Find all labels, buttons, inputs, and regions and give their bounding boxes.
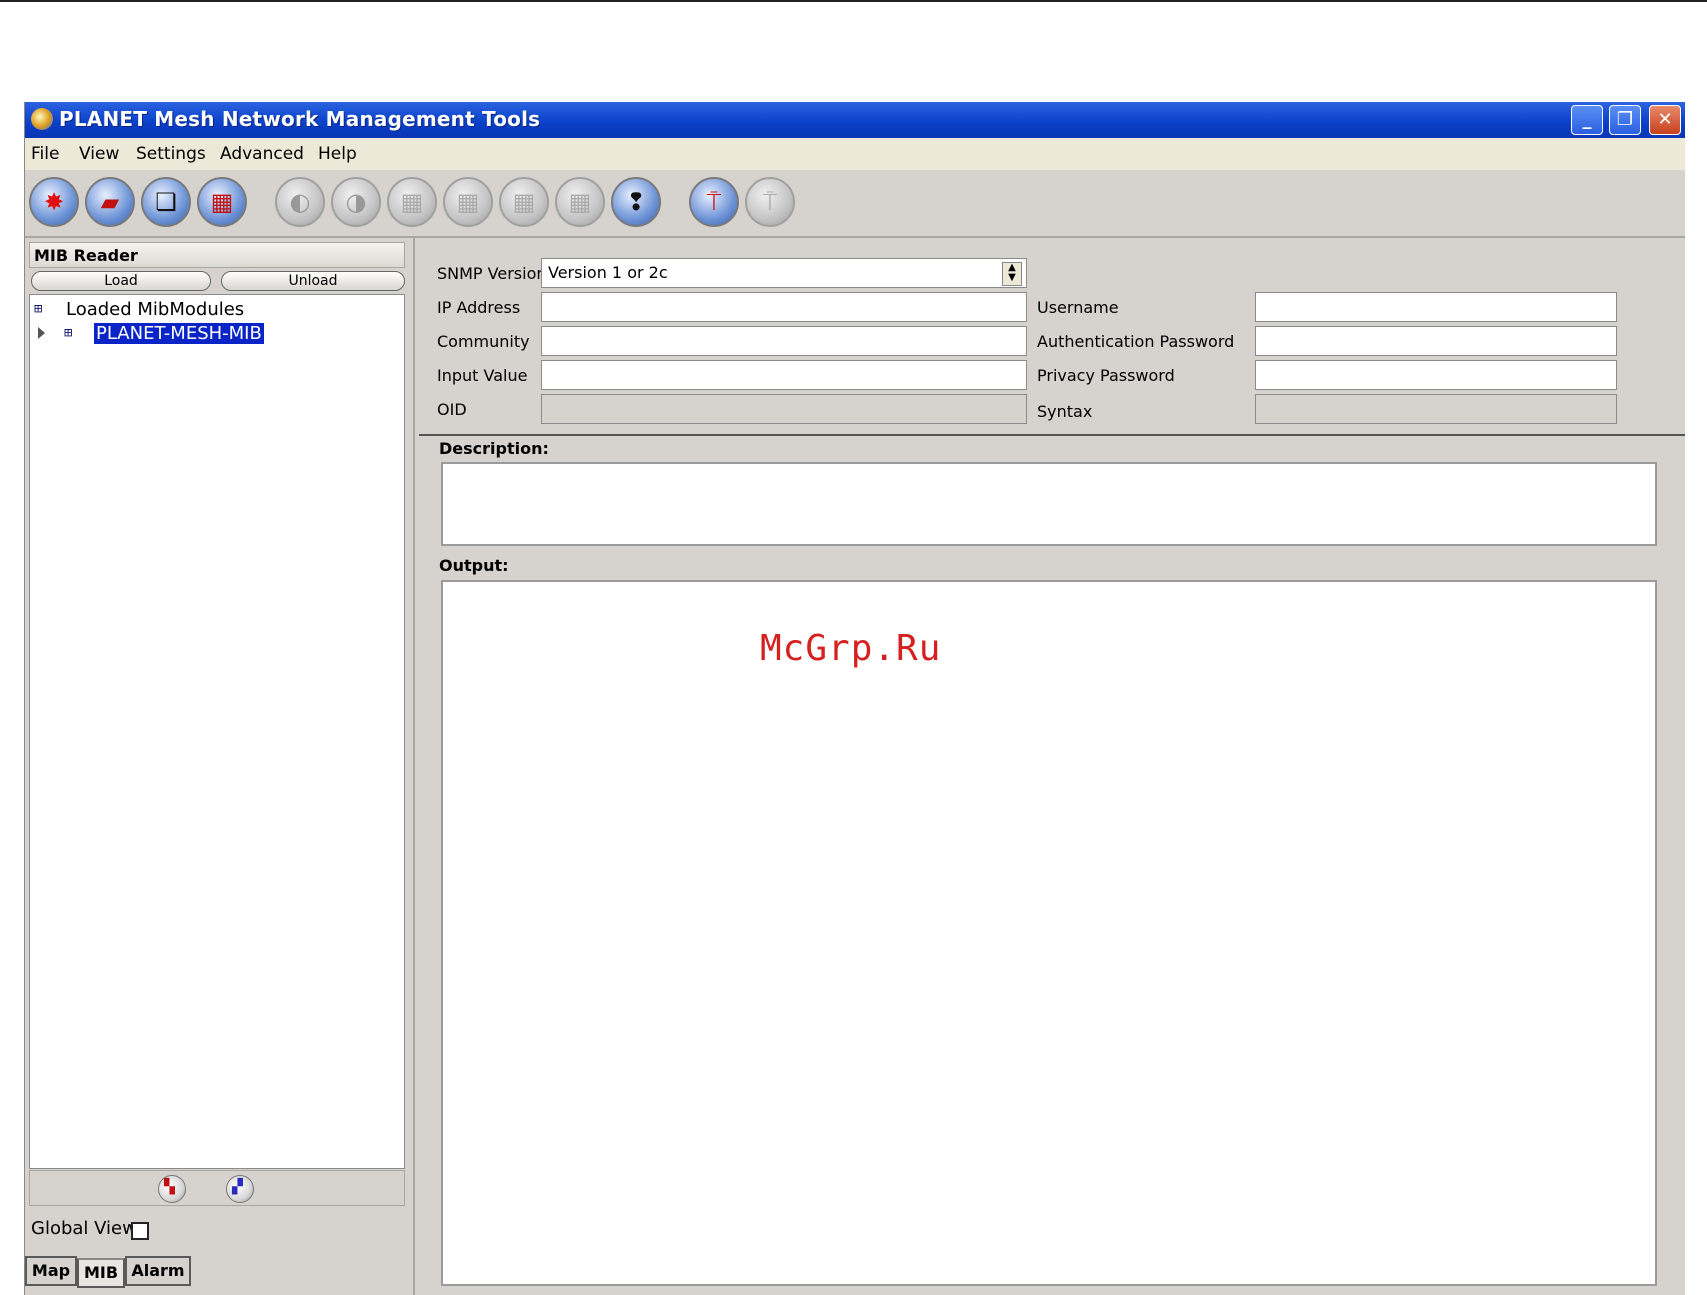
tab-alarm[interactable]: Alarm <box>125 1256 191 1286</box>
ip-address-field[interactable] <box>541 292 1027 322</box>
minimize-button[interactable]: _ <box>1571 105 1603 135</box>
mib-reader-title: MIB Reader <box>29 242 405 268</box>
community-field[interactable] <box>541 326 1027 356</box>
disabled-grid-button-1[interactable]: ▦ <box>387 177 437 227</box>
ip-address-label: IP Address <box>437 298 521 317</box>
footprints-icon: ❢ <box>625 188 647 216</box>
menu-advanced[interactable]: Advanced <box>220 144 304 164</box>
form-separator <box>419 434 1685 436</box>
disabled-grid-button-2[interactable]: ▦ <box>443 177 493 227</box>
input-value-field[interactable] <box>541 360 1027 390</box>
alarm-burst-icon: ✸ <box>43 188 65 216</box>
menu-help[interactable]: Help <box>318 144 357 164</box>
privacy-password-label: Privacy Password <box>1037 366 1175 385</box>
disabled-grid-button-4[interactable]: ▦ <box>555 177 605 227</box>
wireless-antenna-button[interactable]: ⍑ <box>689 177 739 227</box>
username-label: Username <box>1037 298 1119 317</box>
grid-icon: ▦ <box>400 188 424 216</box>
watermark-text: McGrp.Ru <box>760 628 942 669</box>
input-value-label: Input Value <box>437 366 528 385</box>
toolbar: ✸ ▰ ❏ ▦ ◐ ◑ ▦ ▦ ▦ ▦ ❢ ⍑ ⍑ <box>25 170 1685 238</box>
close-button[interactable]: ✕ <box>1649 105 1681 135</box>
output-title: Output: <box>439 556 509 575</box>
wireless-antenna-icon: ⍑ <box>706 188 722 216</box>
node-link-icon: ▚ <box>164 1179 175 1195</box>
disabled-wireless-antenna-button[interactable]: ⍑ <box>745 177 795 227</box>
tree-item-planet-mesh-mib[interactable]: PLANET-MESH-MIB <box>94 323 264 344</box>
disabled-swirl-button-1[interactable]: ◐ <box>275 177 325 227</box>
restore-button[interactable]: ❐ <box>1609 105 1641 135</box>
snmp-form-panel: SNMP Version Version 1 or 2c ▲ ▼ IP Addre… <box>419 238 1685 1295</box>
wireless-antenna-icon: ⍑ <box>762 188 778 216</box>
syntax-field <box>1255 394 1617 424</box>
alarm-burst-button[interactable]: ✸ <box>29 177 79 227</box>
snmp-version-value: Version 1 or 2c <box>548 263 668 282</box>
unload-button[interactable]: Unload <box>221 271 405 291</box>
auth-password-label: Authentication Password <box>1037 332 1235 351</box>
disabled-grid-button-3[interactable]: ▦ <box>499 177 549 227</box>
mib-tree[interactable]: ⊞ Loaded MibModules ⊞ PLANET-MESH-MIB <box>29 294 405 1169</box>
menu-view[interactable]: View <box>79 144 119 164</box>
grid-icon: ▦ <box>456 188 480 216</box>
menu-settings[interactable]: Settings <box>136 144 206 164</box>
community-label: Community <box>437 332 530 351</box>
output-area[interactable] <box>441 580 1657 1286</box>
tree-actions-strip: ▚ ▞ <box>29 1170 405 1206</box>
app-window: PLANET Mesh Network Management Tools _ ❐… <box>24 102 1685 1295</box>
title-bar[interactable]: PLANET Mesh Network Management Tools _ ❐… <box>25 102 1685 138</box>
tab-map[interactable]: Map <box>25 1256 77 1286</box>
grid-icon: ▦ <box>568 188 592 216</box>
open-folder-button[interactable]: ▰ <box>85 177 135 227</box>
oid-field <box>541 394 1027 424</box>
global-view-label: Global View <box>31 1218 137 1239</box>
swirl-icon: ◑ <box>345 188 367 216</box>
app-logo-icon <box>31 108 53 130</box>
tab-mib[interactable]: MIB <box>77 1258 125 1288</box>
tree-folder-icon: ⊞ <box>34 301 43 317</box>
footprints-button[interactable]: ❢ <box>611 177 661 227</box>
open-folder-icon: ▰ <box>100 188 120 216</box>
grid-squares-button[interactable]: ▦ <box>197 177 247 227</box>
global-view-checkbox[interactable] <box>131 1222 149 1240</box>
description-area[interactable] <box>441 462 1657 546</box>
username-field[interactable] <box>1255 292 1617 322</box>
load-button[interactable]: Load <box>31 271 211 291</box>
swirl-icon: ◐ <box>289 188 311 216</box>
privacy-password-field[interactable] <box>1255 360 1617 390</box>
page-top-rule <box>0 0 1707 2</box>
tree-expand-arrow-icon[interactable] <box>38 327 45 339</box>
select-spinner-icon[interactable]: ▲ ▼ <box>1002 262 1022 286</box>
tree-root-label[interactable]: Loaded MibModules <box>66 299 244 320</box>
snmp-version-label: SNMP Version <box>437 264 547 283</box>
tree-action-button-2[interactable]: ▞ <box>226 1175 254 1203</box>
windows-stack-button[interactable]: ❏ <box>141 177 191 227</box>
mib-reader-panel: MIB Reader Load Unload ⊞ Loaded MibModul… <box>25 238 413 1295</box>
windows-stack-icon: ❏ <box>155 188 177 216</box>
menu-bar: File View Settings Advanced Help <box>25 138 1685 171</box>
syntax-label: Syntax <box>1037 402 1093 421</box>
description-title: Description: <box>439 439 549 458</box>
node-link-icon: ▞ <box>232 1179 243 1195</box>
menu-file[interactable]: File <box>31 144 59 164</box>
grid-icon: ▦ <box>512 188 536 216</box>
disabled-swirl-button-2[interactable]: ◑ <box>331 177 381 227</box>
grid-squares-icon: ▦ <box>210 188 234 216</box>
snmp-version-select[interactable]: Version 1 or 2c ▲ ▼ <box>541 258 1027 288</box>
oid-label: OID <box>437 400 467 419</box>
window-title: PLANET Mesh Network Management Tools <box>59 107 541 131</box>
tree-module-icon: ⊞ <box>64 325 73 341</box>
auth-password-field[interactable] <box>1255 326 1617 356</box>
tree-action-button-1[interactable]: ▚ <box>158 1175 186 1203</box>
